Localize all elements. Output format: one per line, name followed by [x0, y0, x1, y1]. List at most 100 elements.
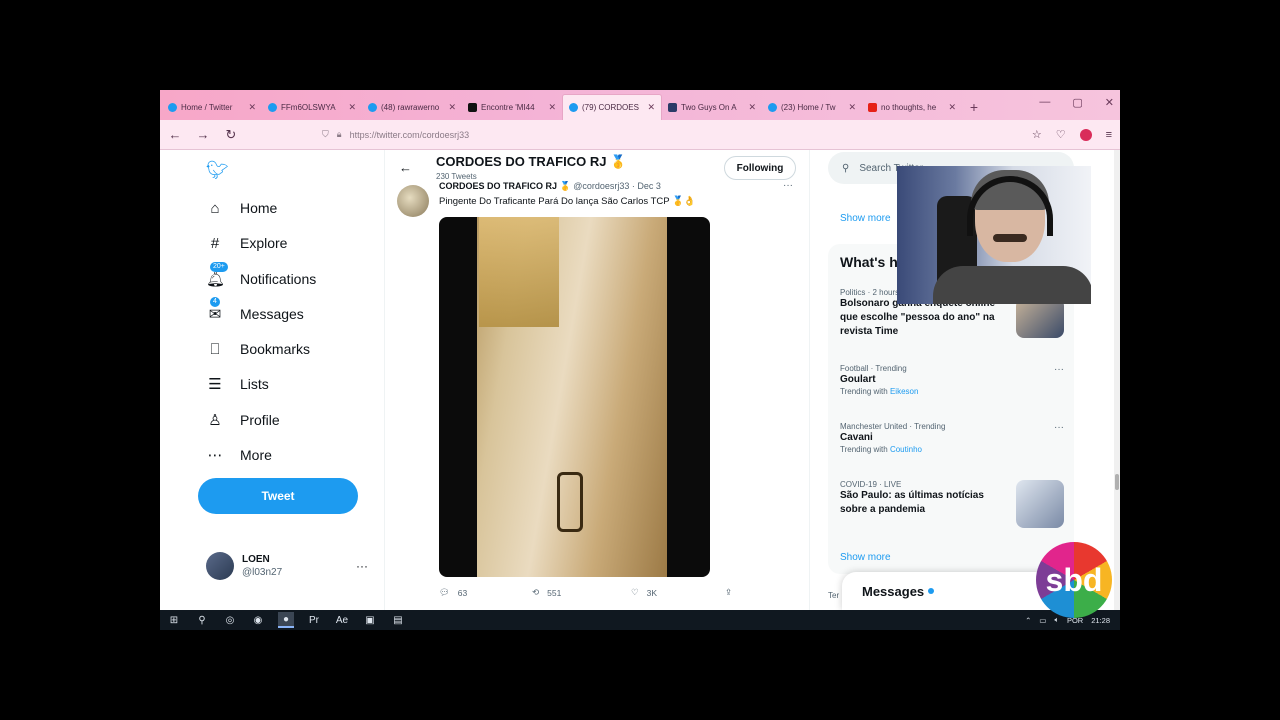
trend-link[interactable]: Eikeson	[890, 387, 918, 396]
sidebar-item-home[interactable]: ⌂ Home	[206, 196, 277, 220]
address-bar[interactable]: ⛉ 🔒︎ https://twitter.com/cordoesrj33	[322, 124, 922, 146]
close-icon[interactable]: ✕	[748, 102, 756, 113]
tab-title: Home / Twitter	[181, 102, 233, 112]
close-icon[interactable]: ✕	[248, 102, 256, 113]
tweet-meta: CORDOES DO TRAFICO RJ 🥇 @cordoesrj33 · D…	[439, 181, 661, 192]
trend-item[interactable]: COVID-19 · LIVE São Paulo: as últimas no…	[840, 480, 1010, 517]
back-arrow-icon[interactable]: ←	[399, 160, 412, 175]
tweet-image[interactable]	[439, 217, 710, 577]
search-icon: ⚲	[842, 162, 850, 174]
more-dots-icon[interactable]: ···	[356, 559, 368, 573]
browser-tab[interactable]: (23) Home / Tw ✕	[762, 94, 862, 120]
clock[interactable]: 21:28	[1091, 616, 1110, 625]
sidebar-item-messages[interactable]: ✉ 4 Messages	[206, 297, 304, 326]
close-icon[interactable]: ✕	[348, 102, 356, 113]
volume-icon[interactable]: 🔈︎	[1054, 615, 1059, 625]
share-action[interactable]: ⇪	[725, 587, 732, 598]
tweet-author-avatar[interactable]	[397, 185, 429, 217]
windows-start-icon[interactable]: ⊞	[166, 612, 182, 628]
close-icon[interactable]: ✕	[548, 102, 556, 113]
sidebar-item-bookmarks[interactable]: ⎕ Bookmarks	[206, 337, 310, 361]
edge-icon[interactable]: ◉	[250, 612, 266, 628]
task-view-icon[interactable]: ◎	[222, 612, 238, 628]
sidebar-item-profile[interactable]: ♙ Profile	[206, 408, 279, 432]
close-icon[interactable]: ✕	[448, 102, 456, 113]
back-icon[interactable]: ←	[168, 127, 182, 142]
new-tab-button[interactable]: +	[962, 94, 986, 120]
sidebar-item-label: Notifications	[240, 271, 317, 287]
show-more-link[interactable]: Show more	[840, 552, 891, 563]
more-dots-icon[interactable]: ···	[1054, 422, 1064, 433]
twitter-icon	[768, 102, 777, 112]
scrollbar-thumb[interactable]	[1115, 474, 1119, 490]
account-switcher[interactable]: LOEN @l03n27 ···	[206, 552, 368, 580]
following-button[interactable]: Following	[724, 156, 796, 180]
tiktok-icon	[468, 102, 477, 112]
chevron-up-icon[interactable]: ⌃	[1025, 616, 1031, 625]
broadcaster-logo: sbd	[1036, 542, 1112, 618]
tweet-button[interactable]: Tweet	[198, 478, 358, 514]
tab-title: Encontre 'MI44	[481, 102, 535, 112]
close-window-icon[interactable]: ✕	[1105, 96, 1114, 109]
like-action[interactable]: ♡ 3K	[631, 587, 657, 598]
browser-tab[interactable]: Two Guys On A ✕	[662, 94, 762, 120]
screen: Home / Twitter ✕ FFm6OLSWYA ✕ (48) rawra…	[160, 90, 1120, 630]
pocket-icon[interactable]: ♡	[1056, 128, 1066, 141]
sidebar-item-explore[interactable]: # Explore	[206, 231, 288, 255]
trend-link[interactable]: Coutinho	[890, 445, 922, 454]
browser-tab[interactable]: FFm6OLSWYA ✕	[262, 94, 362, 120]
tab-title: Two Guys On A	[681, 102, 737, 112]
tweet-handle-date: @cordoesrj33 · Dec 3	[573, 181, 661, 191]
sidebar-item-more[interactable]: ⋯ More	[206, 443, 272, 467]
show-more-link[interactable]: Show more	[840, 213, 891, 224]
tweet-text: Pingente Do Traficante Pará Do lança São…	[439, 196, 696, 207]
list-icon: ☰	[208, 376, 222, 393]
twitter-logo-icon[interactable]: 🐦︎	[206, 160, 229, 181]
sidebar-item-label: Lists	[240, 376, 269, 392]
more-dots-icon[interactable]: ···	[1054, 364, 1064, 375]
after-effects-icon[interactable]: Ae	[334, 612, 350, 628]
browser-tab[interactable]: (48) rawrawerno ✕	[362, 94, 462, 120]
browser-tab-active[interactable]: (79) CORDOES ✕	[562, 94, 662, 120]
trend-item[interactable]: Manchester United · Trending Cavani Tren…	[840, 422, 1064, 454]
retweet-action[interactable]: ⟲ 551	[532, 587, 561, 598]
premiere-icon[interactable]: Pr	[306, 612, 322, 628]
search-icon[interactable]: ⚲	[194, 612, 210, 628]
retweet-count: 551	[547, 587, 562, 598]
close-icon[interactable]: ✕	[948, 102, 956, 113]
browser-tab[interactable]: no thoughts, he ✕	[862, 94, 962, 120]
tweet-more-icon[interactable]: ···	[783, 180, 793, 191]
trend-item[interactable]: Football · Trending Goulart Trending wit…	[840, 364, 1064, 396]
twitter-icon	[368, 102, 377, 112]
app-icon[interactable]: ▣	[362, 612, 378, 628]
reload-icon[interactable]: ↻	[224, 127, 238, 143]
reply-action[interactable]: 💬︎ 63	[439, 587, 467, 598]
network-icon[interactable]: ▭	[1039, 616, 1046, 625]
maximize-icon[interactable]: ▢	[1072, 96, 1082, 109]
browser-toolbar: ← → ↻ ⛉ 🔒︎ https://twitter.com/cordoesrj…	[160, 120, 1120, 150]
unread-dot-icon	[928, 588, 935, 594]
extension-icon[interactable]	[1079, 128, 1092, 141]
reply-count: 63	[457, 587, 468, 598]
trend-name: Goulart	[840, 374, 876, 385]
browser-tab[interactable]: Encontre 'MI44 ✕	[462, 94, 562, 120]
close-icon[interactable]: ✕	[848, 102, 856, 113]
more-circle-icon: ⋯	[207, 447, 223, 464]
bookmark-star-icon[interactable]: ☆	[1032, 128, 1042, 141]
browser-tab[interactable]: Home / Twitter ✕	[162, 94, 262, 120]
forward-icon[interactable]: →	[196, 127, 210, 142]
sidebar-item-lists[interactable]: ☰ Lists	[206, 372, 269, 396]
reply-icon: 💬︎	[439, 587, 450, 597]
tab-title: (23) Home / Tw	[781, 102, 836, 112]
scrollbar[interactable]	[1114, 150, 1120, 610]
firefox-icon[interactable]: ●	[278, 612, 294, 628]
account-names: LOEN @l03n27	[242, 553, 282, 579]
account-name: LOEN	[242, 554, 270, 565]
minimize-icon[interactable]: —	[1039, 96, 1050, 109]
menu-icon[interactable]: ≡	[1106, 129, 1112, 141]
close-icon[interactable]: ✕	[647, 102, 655, 113]
tweet-author[interactable]: CORDOES DO TRAFICO RJ 🥇	[439, 181, 571, 191]
sidebar-item-notifications[interactable]: 🔔︎ 20+ Notifications	[206, 262, 317, 291]
obs-icon[interactable]: ▤	[390, 612, 406, 628]
profile-name: CORDOES DO TRAFICO RJ 🥇	[436, 154, 627, 169]
